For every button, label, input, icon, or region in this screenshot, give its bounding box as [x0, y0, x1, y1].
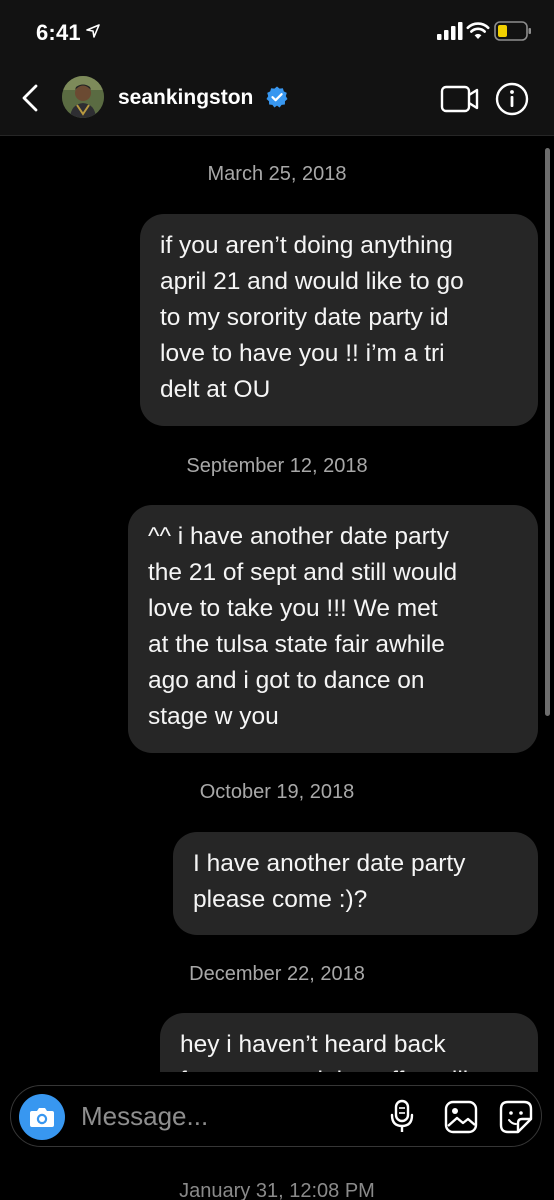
wifi-icon	[466, 22, 490, 39]
message-bubble[interactable]: if you aren’t doing anything april 21 an…	[140, 214, 538, 426]
avatar[interactable]	[62, 76, 104, 118]
avatar-image	[62, 76, 104, 118]
scrollbar[interactable]	[545, 148, 550, 716]
gallery-icon[interactable]	[444, 1100, 478, 1134]
camera-icon	[30, 1108, 54, 1127]
message-bubble[interactable]: hey i haven’t heard back from you and th…	[160, 1013, 538, 1072]
message-input[interactable]	[81, 1096, 371, 1136]
bottom-timestamp: January 31, 12:08 PM	[179, 1180, 375, 1200]
message-bubble[interactable]: I have another date party please come :)…	[173, 832, 538, 935]
chat-username[interactable]: seankingston	[118, 86, 253, 110]
status-time: 6:41	[36, 20, 81, 45]
verified-badge-icon	[266, 86, 288, 108]
camera-button[interactable]	[19, 1094, 65, 1140]
message-thread[interactable]: March 25, 2018 if you aren’t doing anyth…	[0, 137, 554, 1072]
battery-icon	[494, 21, 531, 41]
video-camera-icon[interactable]	[440, 84, 480, 114]
sticker-icon[interactable]	[499, 1100, 533, 1134]
location-arrow-icon	[86, 24, 100, 38]
back-chevron-icon[interactable]	[16, 80, 46, 116]
message-bubble[interactable]: ^^ i have another date party the 21 of s…	[128, 505, 538, 753]
date-separator: March 25, 2018	[207, 163, 347, 185]
info-icon[interactable]	[495, 82, 529, 116]
chat-header: seankingston	[0, 62, 554, 136]
date-separator: December 22, 2018	[189, 963, 365, 985]
date-separator: October 19, 2018	[199, 781, 355, 803]
status-bar: 6:41	[0, 0, 554, 62]
message-composer	[10, 1085, 542, 1147]
date-separator: September 12, 2018	[186, 455, 368, 477]
microphone-icon[interactable]	[389, 1099, 415, 1135]
signal-icon	[437, 22, 463, 40]
